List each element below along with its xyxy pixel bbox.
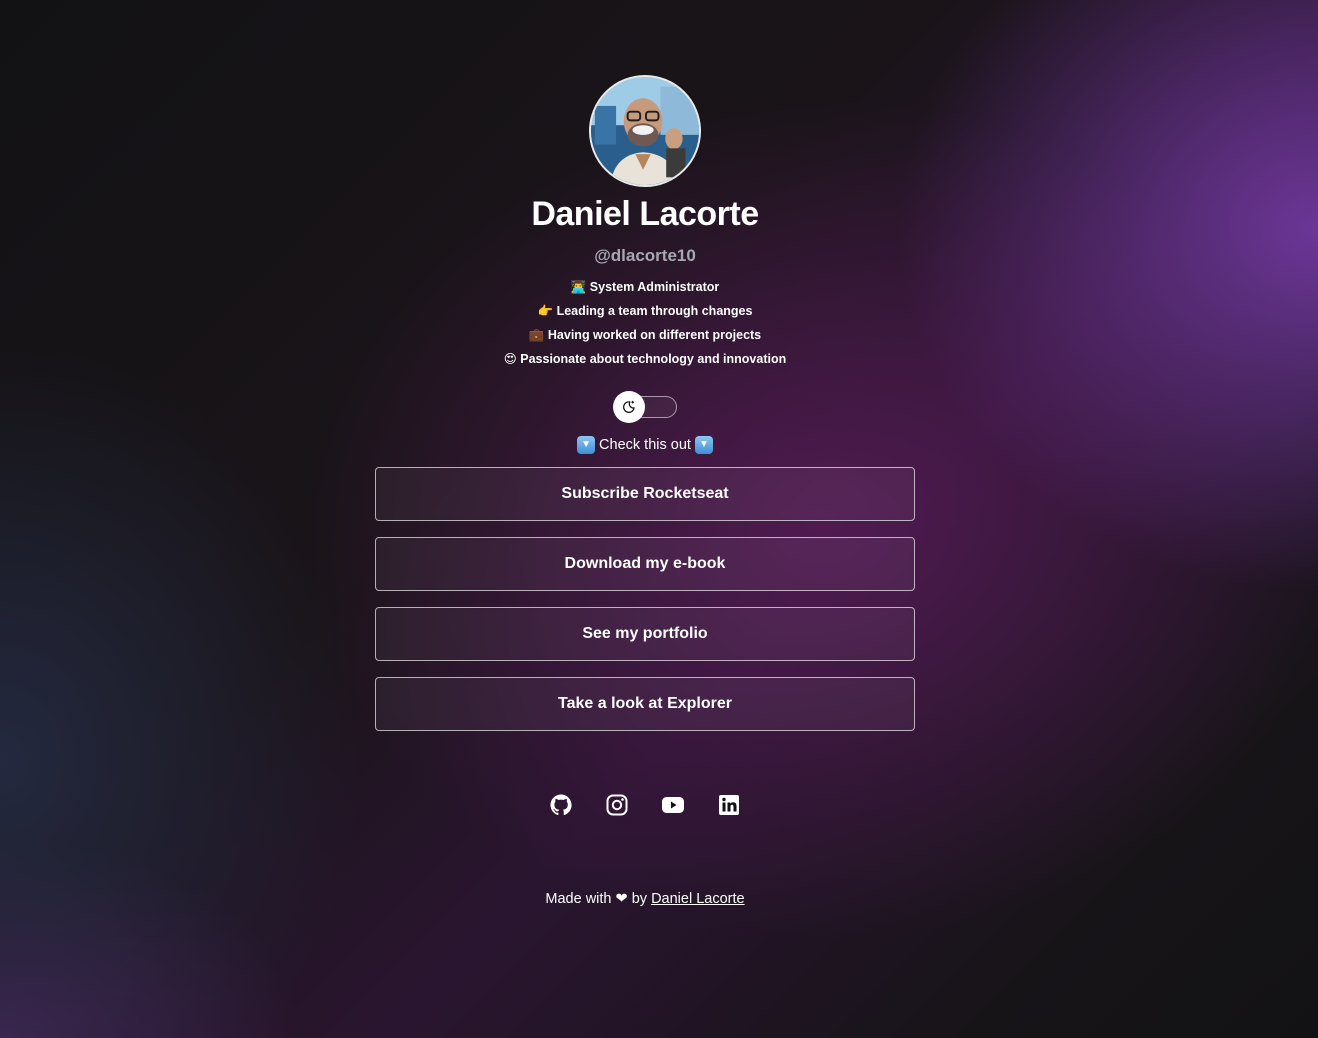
bio-line: 👨‍💻 System Administrator: [571, 275, 720, 299]
social-links: [549, 793, 741, 817]
bio-text: System Administrator: [589, 280, 720, 294]
heart-icon: ❤: [615, 891, 628, 907]
profile-container: Daniel Lacorte @dlacorte10 👨‍💻 System Ad…: [375, 75, 915, 909]
technologist-emoji: 👨‍💻: [570, 280, 587, 294]
explorer-button[interactable]: Take a look at Explorer: [375, 677, 915, 731]
profile-handle: @dlacorte10: [594, 246, 696, 265]
profile-name: Daniel Lacorte: [531, 195, 759, 233]
avatar-photo: [591, 77, 699, 185]
briefcase-emoji: 💼: [528, 328, 545, 342]
footer-by: by: [631, 891, 648, 907]
toggle-knob[interactable]: [613, 391, 645, 423]
theme-toggle[interactable]: [613, 391, 677, 423]
check-this-out: ▼ Check this out ▼: [577, 433, 713, 457]
footer-prefix: Made with: [545, 891, 612, 907]
author-link[interactable]: Daniel Lacorte: [651, 891, 745, 907]
bio-text: Having worked on different projects: [547, 328, 762, 342]
pointing-hand-emoji: 👉: [537, 304, 554, 318]
bio: 👨‍💻 System Administrator 👉 Leading a tea…: [504, 275, 787, 371]
check-this-out-text: Check this out: [599, 437, 691, 453]
youtube-icon[interactable]: [661, 793, 685, 817]
down-arrow-icon: ▼: [694, 436, 713, 454]
subscribe-rocketseat-button[interactable]: Subscribe Rocketseat: [375, 467, 915, 521]
down-arrow-icon: ▼: [577, 436, 596, 454]
bio-text: Passionate about technology and innovati…: [520, 352, 787, 366]
footer: Made with ❤ by Daniel Lacorte: [545, 889, 744, 909]
instagram-icon[interactable]: [605, 793, 629, 817]
link-list: Subscribe Rocketseat Download my e-book …: [375, 467, 915, 731]
heart-eyes-emoji: 😍: [503, 352, 517, 366]
github-icon[interactable]: [549, 793, 573, 817]
bio-text: Leading a team through changes: [556, 304, 753, 318]
bio-line: 💼 Having worked on different projects: [529, 323, 761, 347]
moon-sun-icon: [623, 400, 635, 413]
bio-line: 😍 Passionate about technology and innova…: [504, 347, 787, 371]
linkedin-icon[interactable]: [717, 793, 741, 817]
download-ebook-button[interactable]: Download my e-book: [375, 537, 915, 591]
portfolio-button[interactable]: See my portfolio: [375, 607, 915, 661]
avatar: [589, 75, 701, 187]
bio-line: 👉 Leading a team through changes: [538, 299, 753, 323]
